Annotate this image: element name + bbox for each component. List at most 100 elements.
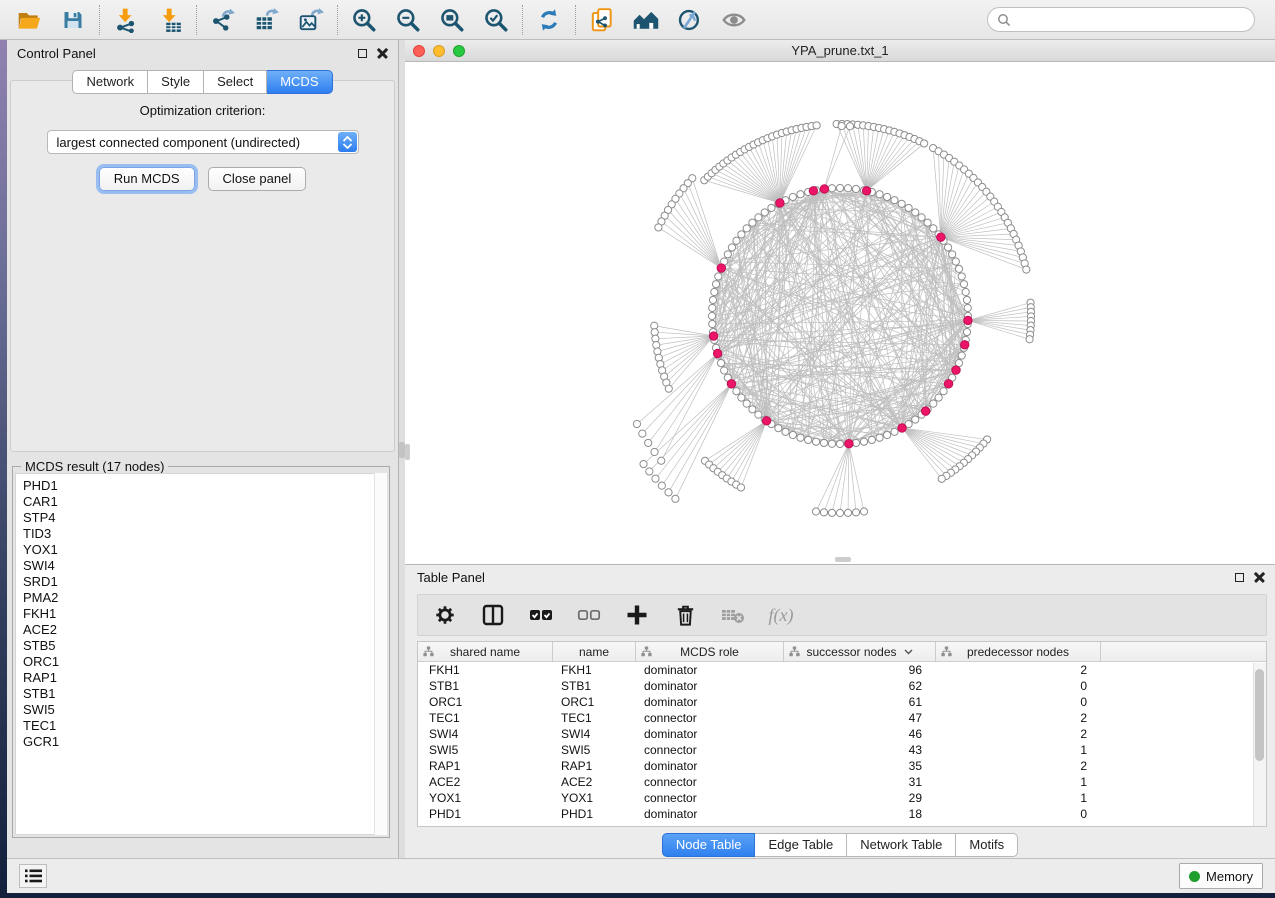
result-node[interactable]: PMA2 xyxy=(23,590,386,606)
table-scrollbar[interactable] xyxy=(1253,663,1266,826)
tab-select[interactable]: Select xyxy=(204,70,267,94)
table-row[interactable]: ORC1ORC1dominator610 xyxy=(418,694,1266,710)
table-row[interactable]: ACE2ACE2connector311 xyxy=(418,774,1266,790)
result-node[interactable]: SRD1 xyxy=(23,574,386,590)
select-all-icon[interactable] xyxy=(524,598,558,632)
result-node[interactable]: FKH1 xyxy=(23,606,386,622)
result-node[interactable]: SWI4 xyxy=(23,558,386,574)
run-mcds-button[interactable]: Run MCDS xyxy=(99,167,195,191)
control-panel-header: Control Panel xyxy=(7,40,398,66)
show-hide-columns-icon[interactable] xyxy=(476,598,510,632)
close-table-panel-icon[interactable] xyxy=(1254,572,1265,583)
result-node[interactable]: SWI5 xyxy=(23,702,386,718)
delete-table-icon xyxy=(716,598,750,632)
float-panel-icon[interactable] xyxy=(358,49,367,58)
result-node[interactable]: STB1 xyxy=(23,686,386,702)
column-header-shared-name[interactable]: shared name xyxy=(418,642,553,661)
search-box[interactable] xyxy=(987,7,1255,32)
column-header-predecessor-nodes[interactable]: predecessor nodes xyxy=(936,642,1101,661)
table-cell: 43 xyxy=(784,743,936,757)
column-header-MCDS-role[interactable]: MCDS role xyxy=(636,642,784,661)
zoom-selected-icon[interactable] xyxy=(481,5,511,35)
tab-motifs[interactable]: Motifs xyxy=(956,833,1018,857)
table-row[interactable]: FKH1FKH1dominator962 xyxy=(418,662,1266,678)
export-network-icon[interactable] xyxy=(208,5,238,35)
table-row[interactable]: SWI4SWI4dominator462 xyxy=(418,726,1266,742)
network-window: YPA_prune.txt_1 xyxy=(405,40,1275,565)
table-cell: connector xyxy=(636,711,784,725)
mcds-result-list[interactable]: PHD1CAR1STP4TID3YOX1SWI4SRD1PMA2FKH1ACE2… xyxy=(15,473,387,835)
result-node[interactable]: RAP1 xyxy=(23,670,386,686)
memory-button[interactable]: Memory xyxy=(1179,863,1263,889)
deselect-all-icon[interactable] xyxy=(572,598,606,632)
node-table-rows[interactable]: FKH1FKH1dominator962STB1STB1dominator620… xyxy=(418,662,1266,822)
table-cell: PHD1 xyxy=(553,807,636,821)
table-row[interactable]: SWI5SWI5connector431 xyxy=(418,742,1266,758)
open-file-icon[interactable] xyxy=(14,5,44,35)
result-node[interactable]: ACE2 xyxy=(23,622,386,638)
table-row[interactable]: STB1STB1dominator620 xyxy=(418,678,1266,694)
network-horizontal-scroll-thumb[interactable] xyxy=(835,557,851,562)
result-node[interactable]: GCR1 xyxy=(23,734,386,750)
export-image-icon[interactable] xyxy=(296,5,326,35)
table-scrollbar-thumb[interactable] xyxy=(1255,669,1264,761)
graphics-details-icon[interactable] xyxy=(675,5,705,35)
close-panel-button[interactable]: Close panel xyxy=(208,167,307,191)
table-cell: 31 xyxy=(784,775,936,789)
network-vertical-scroll-thumb[interactable] xyxy=(405,444,410,460)
zoom-in-icon[interactable] xyxy=(349,5,379,35)
result-node[interactable]: PHD1 xyxy=(23,478,386,494)
tab-style[interactable]: Style xyxy=(148,70,204,94)
column-header-name[interactable]: name xyxy=(553,642,636,661)
tab-edge-table[interactable]: Edge Table xyxy=(755,833,847,857)
network-window-title: YPA_prune.txt_1 xyxy=(405,43,1275,58)
delete-columns-trash-icon[interactable] xyxy=(668,598,702,632)
result-node[interactable]: YOX1 xyxy=(23,542,386,558)
save-session-icon[interactable] xyxy=(58,5,88,35)
result-node[interactable]: TEC1 xyxy=(23,718,386,734)
table-cell: RAP1 xyxy=(553,759,636,773)
home-panels-icon[interactable] xyxy=(631,5,661,35)
task-history-button[interactable] xyxy=(19,864,47,888)
table-row[interactable]: TEC1TEC1connector472 xyxy=(418,710,1266,726)
import-table-icon[interactable] xyxy=(155,5,185,35)
table-cell: RAP1 xyxy=(418,759,553,773)
result-node[interactable]: STB5 xyxy=(23,638,386,654)
search-input[interactable] xyxy=(1011,13,1245,27)
hide-edges-eye-icon[interactable] xyxy=(719,5,749,35)
result-node[interactable]: ORC1 xyxy=(23,654,386,670)
node-table-header[interactable]: shared namenameMCDS rolesuccessor nodesp… xyxy=(418,642,1266,662)
result-list-scrollbar[interactable] xyxy=(374,473,387,835)
network-from-selection-icon[interactable] xyxy=(587,5,617,35)
optimization-criterion-select[interactable]: largest connected component (undirected) xyxy=(47,130,359,154)
result-node[interactable]: TID3 xyxy=(23,526,386,542)
table-row[interactable]: YOX1YOX1connector291 xyxy=(418,790,1266,806)
table-row[interactable]: PHD1PHD1dominator180 xyxy=(418,806,1266,822)
table-cell: YOX1 xyxy=(418,791,553,805)
tab-network-table[interactable]: Network Table xyxy=(847,833,956,857)
apply-layout-icon[interactable] xyxy=(534,5,564,35)
mcds-result-groupbox: MCDS result (17 nodes) PHD1CAR1STP4TID3Y… xyxy=(12,466,390,838)
function-builder-icon: f(x) xyxy=(764,598,798,632)
result-node[interactable]: CAR1 xyxy=(23,494,386,510)
zoom-fit-icon[interactable] xyxy=(437,5,467,35)
node-table[interactable]: shared namenameMCDS rolesuccessor nodesp… xyxy=(417,641,1267,827)
result-node[interactable]: STP4 xyxy=(23,510,386,526)
zoom-out-icon[interactable] xyxy=(393,5,423,35)
create-column-icon[interactable] xyxy=(620,598,654,632)
table-cell: 2 xyxy=(936,711,1101,725)
export-table-icon[interactable] xyxy=(252,5,282,35)
float-table-panel-icon[interactable] xyxy=(1235,573,1244,582)
column-header-successor-nodes[interactable]: successor nodes xyxy=(784,642,936,661)
table-row[interactable]: RAP1RAP1dominator352 xyxy=(418,758,1266,774)
import-network-icon[interactable] xyxy=(111,5,141,35)
tab-network[interactable]: Network xyxy=(72,70,148,94)
network-graph[interactable] xyxy=(405,62,1274,565)
tab-node-table[interactable]: Node Table xyxy=(662,833,756,857)
tab-mcds[interactable]: MCDS xyxy=(267,70,332,94)
table-mode-gear-icon[interactable] xyxy=(428,598,462,632)
network-canvas[interactable] xyxy=(405,62,1275,564)
control-panel: Control Panel NetworkStyleSelectMCDS Opt… xyxy=(7,40,399,858)
close-panel-icon[interactable] xyxy=(377,48,388,59)
table-cell: 1 xyxy=(936,743,1101,757)
